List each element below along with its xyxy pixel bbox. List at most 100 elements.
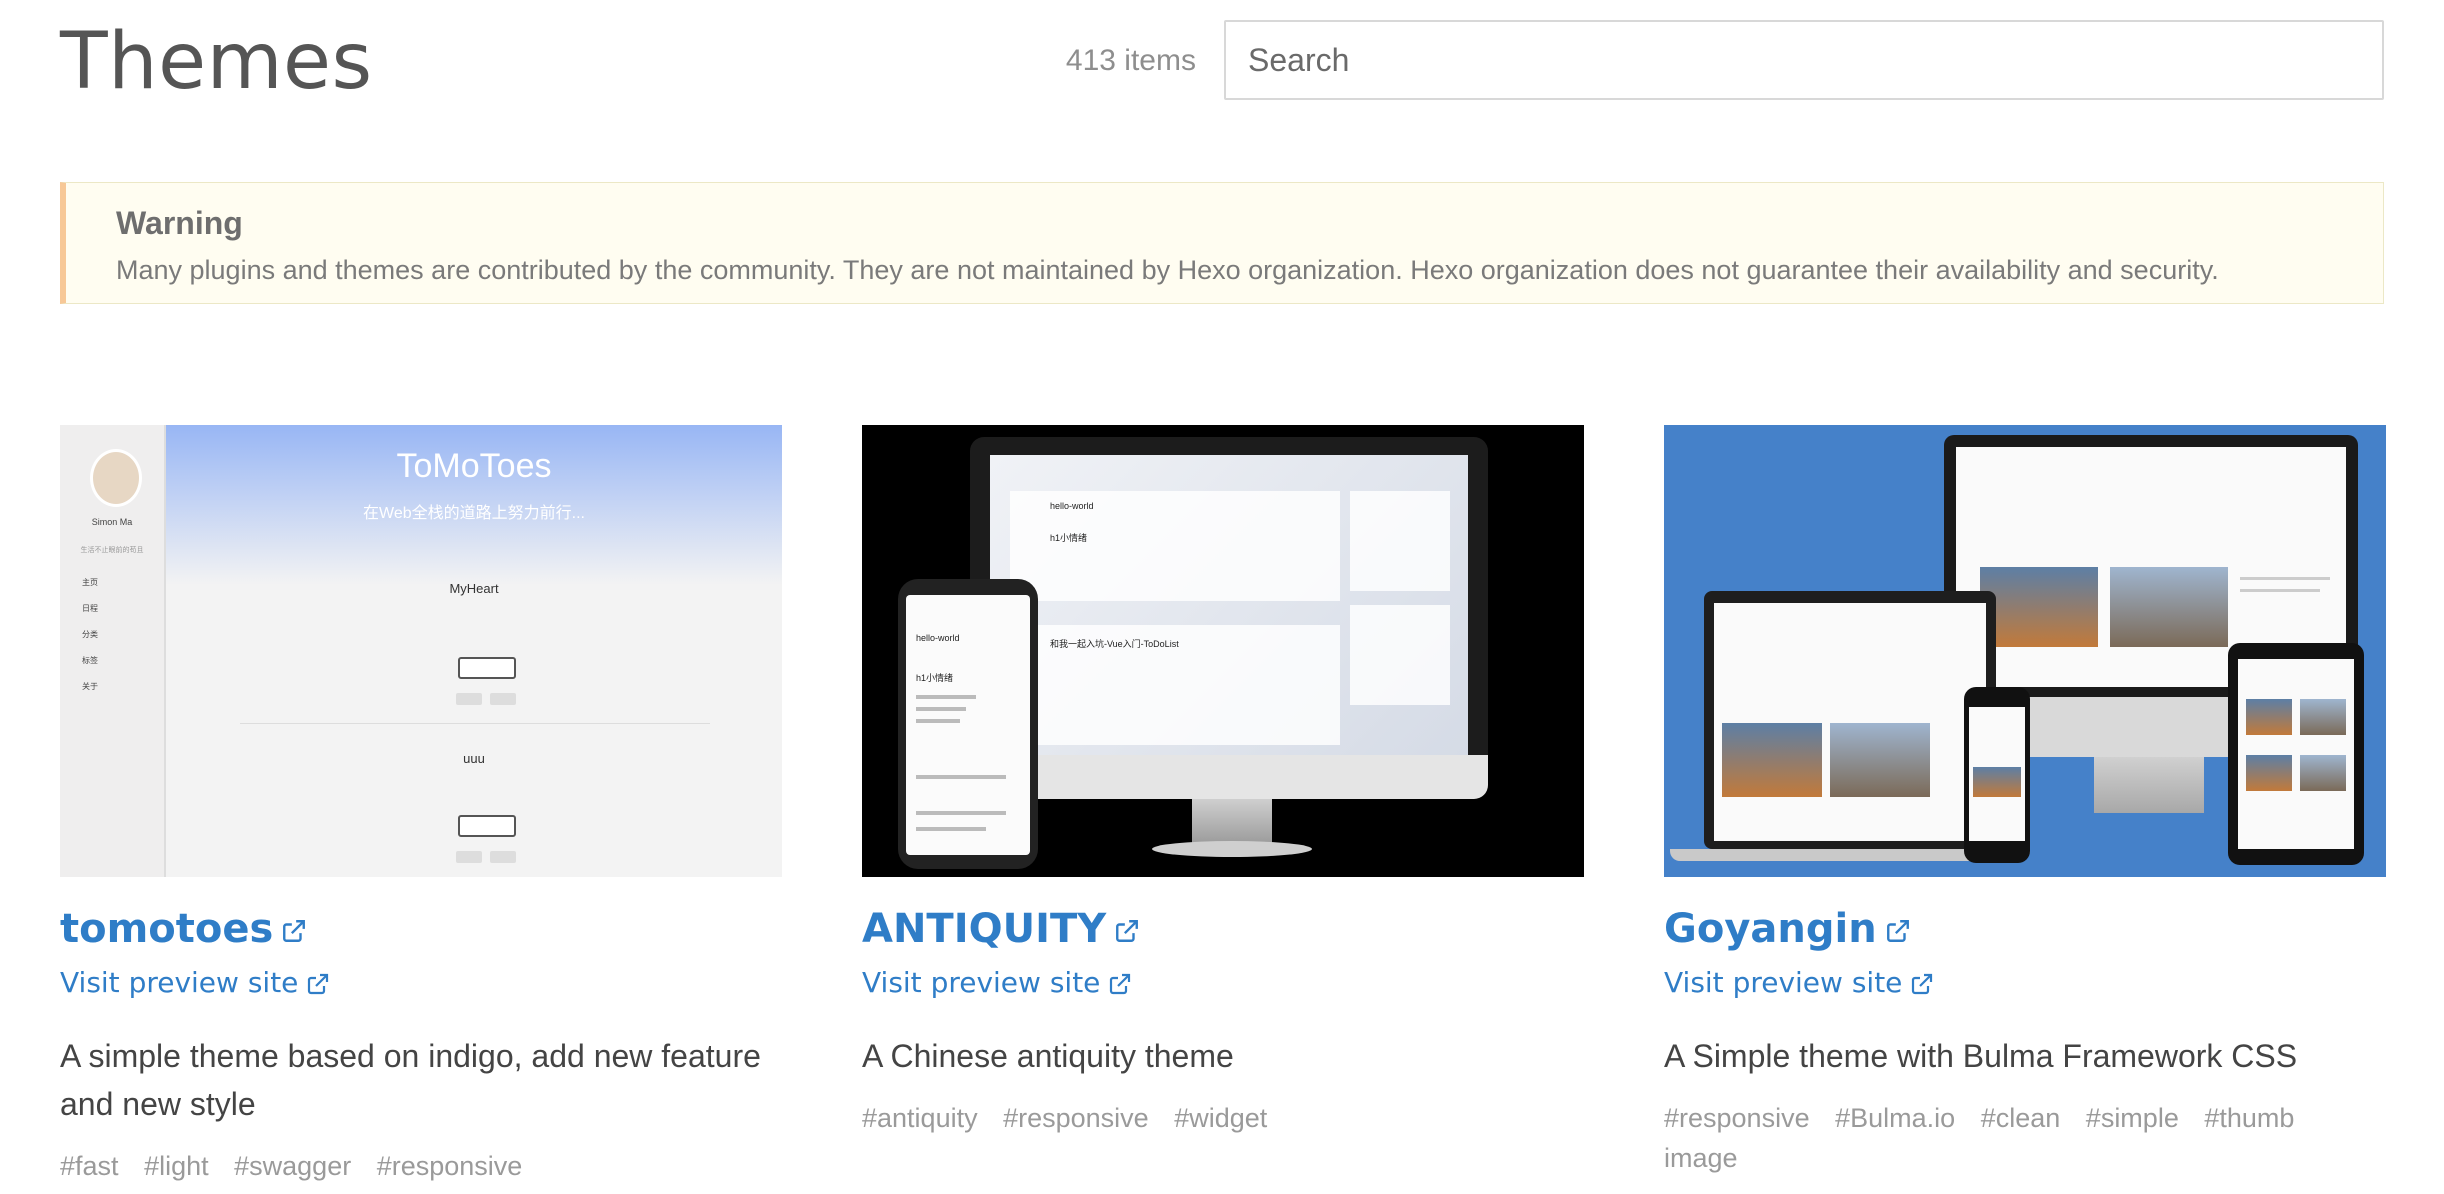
theme-card-tomotoes: Simon Ma 生活不止眼前的苟且 主页 日程 分类 标签 关于 ToMoTo…: [60, 425, 782, 1186]
external-link-icon: [1912, 973, 1933, 995]
thumb-text-line: [2240, 577, 2330, 580]
thumb-phone-screen: hello-world h1小情绪: [906, 595, 1030, 855]
thumb-desktop-stand: [2094, 757, 2204, 813]
theme-tag[interactable]: #simple: [2086, 1103, 2179, 1133]
theme-tag[interactable]: #Bulma.io: [1835, 1103, 1955, 1133]
visit-preview-link[interactable]: Visit preview site: [1664, 966, 1934, 999]
thumb-photo: [2300, 699, 2346, 735]
thumb-nav-item: 关于: [82, 682, 98, 691]
thumb-side-card: [1350, 605, 1450, 705]
thumb-monitor-stand: [1192, 799, 1272, 845]
thumb-tablet-screen: [2238, 659, 2354, 849]
thumb-laptop-screen: [1714, 603, 1986, 841]
thumb-text-line: [916, 811, 1006, 815]
theme-tags: #fast #light #swagger #responsive: [60, 1146, 782, 1186]
thumb-text-line: [2240, 589, 2320, 592]
page-title: Themes: [60, 17, 373, 107]
thumb-tag-pill: [456, 851, 482, 863]
avatar: [90, 449, 142, 507]
thumb-nav-item: 主页: [82, 578, 98, 587]
thumb-photo: [1722, 723, 1822, 797]
theme-thumbnail[interactable]: hello-world h1小情绪 和我一起入坑-Vue入门-ToDoList …: [862, 425, 1584, 877]
theme-title-link[interactable]: ANTIQUITY: [862, 903, 1140, 955]
theme-name: Goyangin: [1664, 906, 1877, 952]
thumb-monitor-screen: hello-world h1小情绪 和我一起入坑-Vue入门-ToDoList: [990, 455, 1468, 755]
thumb-monitor-base: [1152, 841, 1312, 857]
external-link-icon: [308, 973, 329, 995]
theme-name: ANTIQUITY: [862, 906, 1107, 952]
thumb-divider: [240, 723, 710, 724]
thumb-side-card: [1350, 491, 1450, 591]
thumb-read-button: [458, 815, 516, 837]
theme-description: A Simple theme with Bulma Framework CSS: [1664, 1038, 2298, 1074]
theme-tag[interactable]: #light: [144, 1151, 209, 1181]
thumb-post-card: 和我一起入坑-Vue入门-ToDoList: [1010, 625, 1340, 745]
thumb-hero-subtitle: 在Web全栈的道路上努力前行...: [363, 505, 585, 522]
thumb-monitor-chin: [970, 755, 1488, 799]
thumb-hero-title: ToMoToes: [396, 447, 552, 485]
theme-card-antiquity: hello-world h1小情绪 和我一起入坑-Vue入门-ToDoList …: [862, 425, 1584, 1138]
thumb-photo: [2246, 755, 2292, 791]
thumb-nav-item: 标签: [82, 656, 98, 665]
thumb-photo: [2300, 755, 2346, 791]
thumb-text-line: [916, 707, 966, 711]
theme-tag[interactable]: #widget: [1174, 1103, 1267, 1133]
item-count: 413 items: [1065, 44, 1196, 77]
thumb-photo: [1980, 567, 2098, 647]
theme-tag[interactable]: #responsive: [1003, 1103, 1149, 1133]
theme-description: A simple theme based on indigo, add new …: [60, 1038, 761, 1122]
theme-tag[interactable]: #clean: [1981, 1103, 2061, 1133]
theme-card-goyangin: Goyangin Visit preview site A Simple the…: [1664, 425, 2386, 1178]
theme-tag[interactable]: #swagger: [234, 1151, 351, 1181]
thumb-tag-pill: [490, 693, 516, 705]
theme-name: tomotoes: [60, 906, 274, 952]
external-link-icon: [1110, 973, 1131, 995]
external-link-icon: [283, 920, 306, 942]
thumb-post-title: uuu: [463, 751, 485, 766]
thumb-post-title: 和我一起入坑-Vue入门-ToDoList: [1050, 639, 1179, 649]
warning-text: Many plugins and themes are contributed …: [116, 255, 2219, 285]
theme-title-link[interactable]: tomotoes: [60, 903, 307, 955]
thumb-heading: h1小情绪: [1050, 533, 1088, 543]
warning-title: Warning: [116, 205, 243, 241]
thumb-post-title: MyHeart: [449, 581, 499, 596]
theme-title-link[interactable]: Goyangin: [1664, 903, 1911, 955]
theme-thumbnail[interactable]: Simon Ma 生活不止眼前的苟且 主页 日程 分类 标签 关于 ToMoTo…: [60, 425, 782, 877]
themes-page: Themes 413 items Warning Many plugins an…: [0, 0, 2444, 1194]
thumb-hero: ToMoToes 在Web全栈的道路上努力前行...: [166, 425, 782, 585]
theme-thumbnail[interactable]: [1664, 425, 2386, 877]
theme-tag[interactable]: #antiquity: [862, 1103, 978, 1133]
thumb-text-line: [916, 719, 960, 723]
visit-preview-label: Visit preview site: [60, 966, 299, 999]
thumb-author-sub: 生活不止眼前的苟且: [80, 547, 144, 554]
thumb-photo: [2110, 567, 2228, 647]
visit-preview-label: Visit preview site: [862, 966, 1101, 999]
thumb-tag-pill: [490, 851, 516, 863]
thumb-heading: h1小情绪: [916, 673, 954, 683]
thumb-nav-item: 分类: [82, 630, 98, 639]
theme-tag[interactable]: #responsive: [377, 1151, 523, 1181]
thumb-post-title: hello-world: [1050, 501, 1094, 511]
thumb-tag-pill: [456, 693, 482, 705]
thumb-author: Simon Ma: [91, 517, 133, 527]
visit-preview-label: Visit preview site: [1664, 966, 1903, 999]
external-link-icon: [1116, 920, 1139, 942]
thumb-photo: [1830, 723, 1930, 797]
thumb-phone-screen: [1969, 707, 2025, 841]
thumb-post-title: hello-world: [916, 633, 960, 643]
theme-description: A Chinese antiquity theme: [862, 1038, 1234, 1074]
thumb-photo: [1973, 767, 2021, 797]
visit-preview-link[interactable]: Visit preview site: [862, 966, 1132, 999]
theme-tags: #antiquity #responsive #widget: [862, 1098, 1584, 1138]
external-link-icon: [1886, 920, 1909, 942]
thumb-post-card: hello-world h1小情绪: [1010, 491, 1340, 601]
thumb-photo: [2246, 699, 2292, 735]
theme-tag[interactable]: #responsive: [1664, 1103, 1810, 1133]
theme-tags: #responsive #Bulma.io #clean #simple #th…: [1664, 1098, 2386, 1178]
thumb-text-line: [916, 775, 1006, 779]
visit-preview-link[interactable]: Visit preview site: [60, 966, 330, 999]
warning-box: Warning Many plugins and themes are cont…: [60, 182, 2384, 304]
thumb-nav-item: 日程: [82, 604, 98, 613]
theme-tag[interactable]: #fast: [60, 1151, 119, 1181]
search-input[interactable]: [1224, 20, 2384, 100]
